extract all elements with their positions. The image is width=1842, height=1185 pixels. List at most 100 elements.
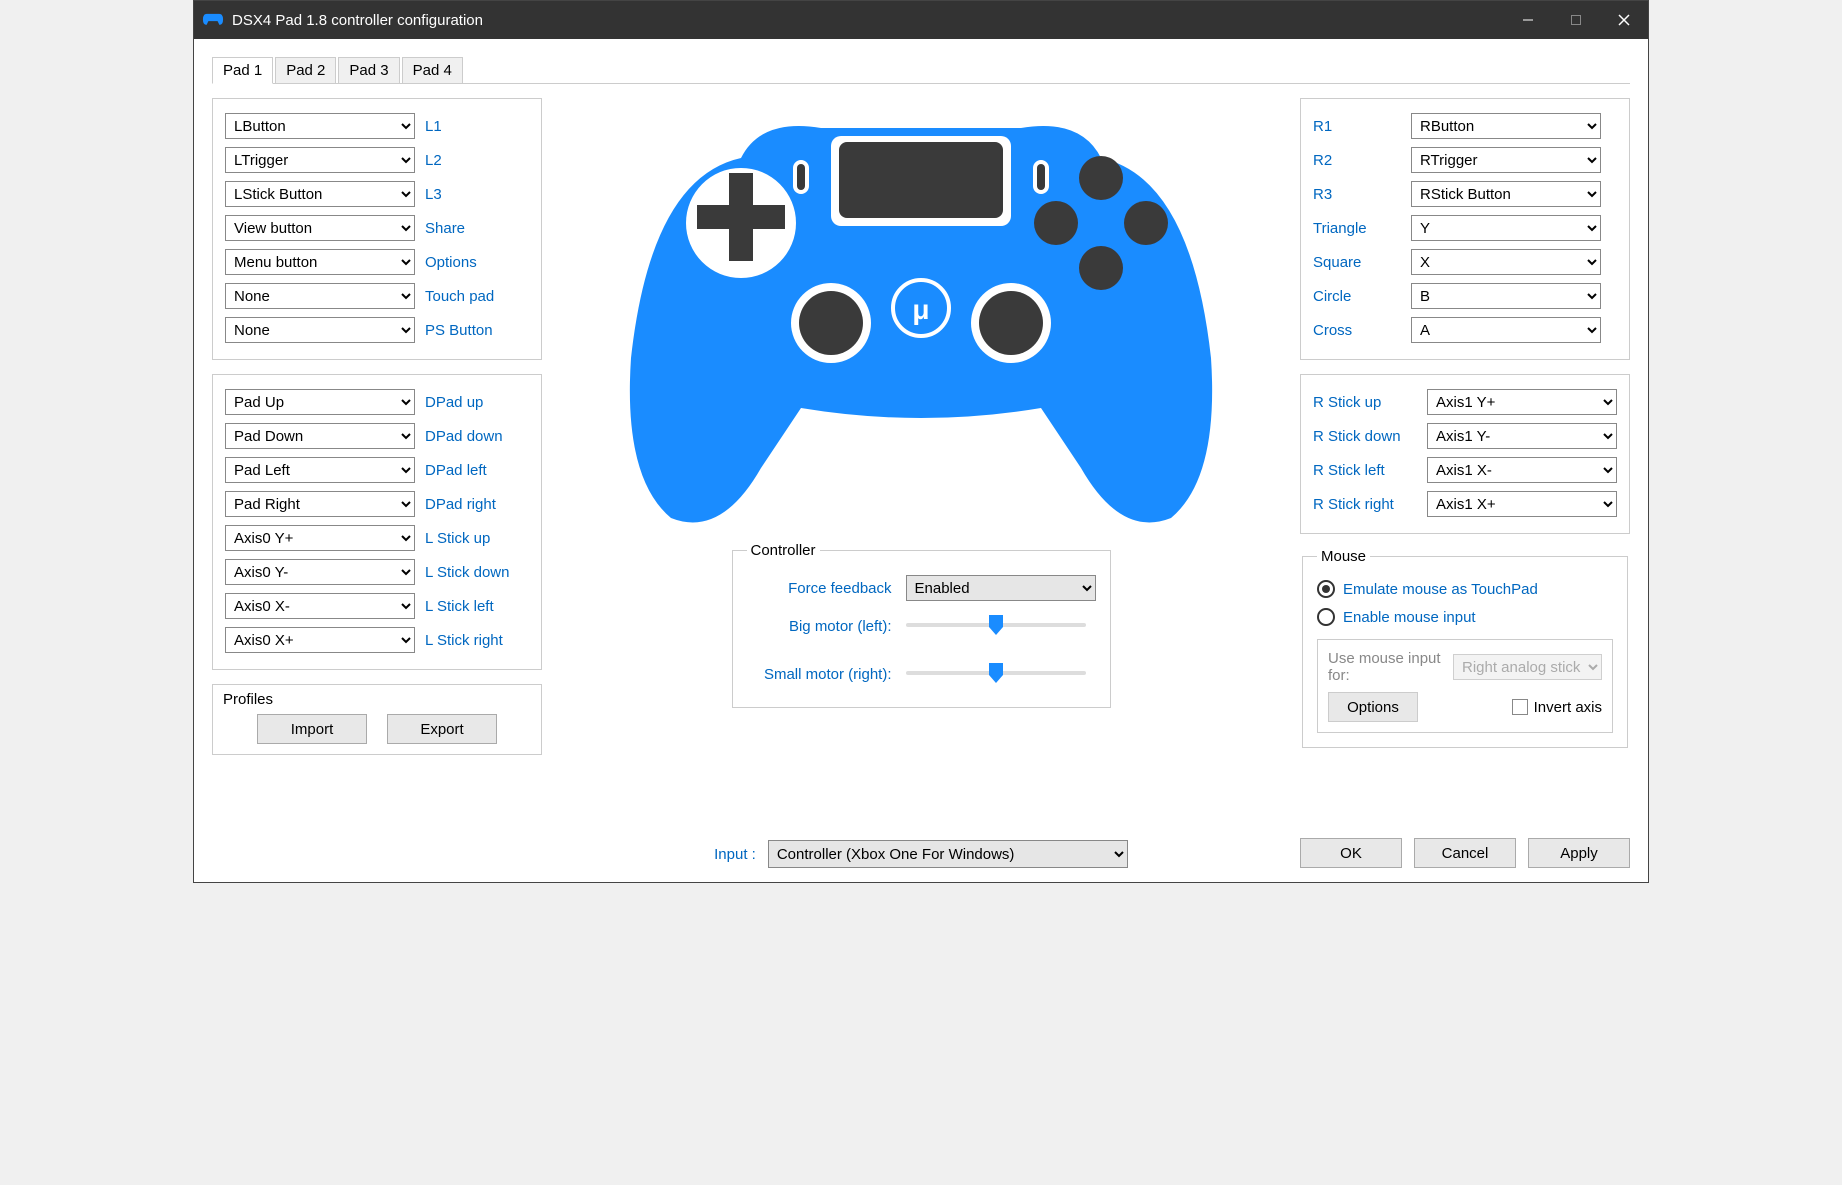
- big-motor-slider[interactable]: [906, 611, 1086, 641]
- controller-image: μ: [621, 98, 1221, 528]
- mapping-row: R Stick downAxis1 Y-: [1313, 419, 1617, 453]
- mapping-row: None PS Button: [225, 313, 529, 347]
- left1-label-1: L2: [425, 152, 442, 169]
- left1-select-3[interactable]: View button: [225, 215, 415, 241]
- right2-select-2[interactable]: Axis1 X-: [1427, 457, 1617, 483]
- right2-select-1[interactable]: Axis1 Y-: [1427, 423, 1617, 449]
- gamepad-icon: [202, 12, 224, 28]
- left2-label-5: L Stick down: [425, 564, 510, 581]
- right1-select-0[interactable]: RButton: [1411, 113, 1601, 139]
- mapping-row: Circle B: [1313, 279, 1617, 313]
- left2-label-7: L Stick right: [425, 632, 503, 649]
- mouse-sub-panel: Use mouse input for: Right analog stick …: [1317, 639, 1613, 733]
- left1-select-2[interactable]: LStick Button: [225, 181, 415, 207]
- tab-pad3[interactable]: Pad 3: [338, 57, 399, 83]
- left1-select-0[interactable]: LButton: [225, 113, 415, 139]
- mapping-row: Pad Down DPad down: [225, 419, 529, 453]
- import-button[interactable]: Import: [257, 714, 367, 744]
- right1-label-3: Triangle: [1313, 220, 1401, 237]
- right2-select-3[interactable]: Axis1 X+: [1427, 491, 1617, 517]
- left-mapping-box-1: LButton L1 LTrigger L2 LStick Button L3 View b…: [212, 98, 542, 360]
- mapping-row: Menu buttonOptions: [225, 245, 529, 279]
- mapping-row: Pad Right DPad right: [225, 487, 529, 521]
- window-title: DSX4 Pad 1.8 controller configuration: [232, 12, 1504, 29]
- left1-label-6: PS Button: [425, 322, 493, 339]
- mapping-row: NoneTouch pad: [225, 279, 529, 313]
- tab-pad1[interactable]: Pad 1: [212, 57, 273, 84]
- right1-select-1[interactable]: RTrigger: [1411, 147, 1601, 173]
- left2-select-3[interactable]: Pad Right: [225, 491, 415, 517]
- invert-axis-label: Invert axis: [1534, 699, 1602, 716]
- mapping-row: Triangle Y: [1313, 211, 1617, 245]
- right1-label-2: R3: [1313, 186, 1401, 203]
- left2-select-4[interactable]: Axis0 Y+: [225, 525, 415, 551]
- left1-label-0: L1: [425, 118, 442, 135]
- svg-text:μ: μ: [912, 294, 929, 325]
- left1-select-6[interactable]: None: [225, 317, 415, 343]
- mouse-legend: Mouse: [1317, 548, 1370, 565]
- left2-select-6[interactable]: Axis0 X-: [225, 593, 415, 619]
- big-motor-label: Big motor (left):: [747, 618, 892, 635]
- invert-axis-checkbox[interactable]: [1512, 699, 1528, 715]
- mapping-row: CrossA: [1313, 313, 1617, 347]
- right2-select-0[interactable]: Axis1 Y+: [1427, 389, 1617, 415]
- cancel-button[interactable]: Cancel: [1414, 838, 1516, 868]
- right2-label-0: R Stick up: [1313, 394, 1417, 411]
- left2-select-1[interactable]: Pad Down: [225, 423, 415, 449]
- mapping-row: R3 RStick Button: [1313, 177, 1617, 211]
- mouse-options-button[interactable]: Options: [1328, 692, 1418, 722]
- left2-label-2: DPad left: [425, 462, 487, 479]
- right1-label-0: R1: [1313, 118, 1401, 135]
- minimize-button[interactable]: [1504, 1, 1552, 39]
- left2-select-2[interactable]: Pad Left: [225, 457, 415, 483]
- right1-select-5[interactable]: B: [1411, 283, 1601, 309]
- mouse-group: Mouse Emulate mouse as TouchPad Enable m…: [1302, 548, 1628, 748]
- right1-label-5: Circle: [1313, 288, 1401, 305]
- left1-select-1[interactable]: LTrigger: [225, 147, 415, 173]
- small-motor-slider[interactable]: [906, 659, 1086, 689]
- use-mouse-label: Use mouse input for:: [1328, 650, 1443, 684]
- small-motor-label: Small motor (right):: [747, 666, 892, 683]
- maximize-button[interactable]: [1552, 1, 1600, 39]
- right1-label-1: R2: [1313, 152, 1401, 169]
- mapping-row: Pad Left DPad left: [225, 453, 529, 487]
- profiles-box: Profiles Import Export: [212, 684, 542, 755]
- ok-button[interactable]: OK: [1300, 838, 1402, 868]
- profiles-title: Profiles: [223, 691, 531, 708]
- right1-label-4: Square: [1313, 254, 1401, 271]
- input-select[interactable]: Controller (Xbox One For Windows): [768, 840, 1128, 868]
- left-column: LButton L1 LTrigger L2 LStick Button L3 View b…: [212, 98, 542, 868]
- right1-select-3[interactable]: Y: [1411, 215, 1601, 241]
- close-button[interactable]: [1600, 1, 1648, 39]
- force-feedback-select[interactable]: Enabled: [906, 575, 1096, 601]
- export-button[interactable]: Export: [387, 714, 497, 744]
- left1-label-2: L3: [425, 186, 442, 203]
- right1-select-6[interactable]: A: [1411, 317, 1601, 343]
- controller-group: Controller Force feedback Enabled Big mo…: [732, 542, 1111, 708]
- mouse-option-touchpad[interactable]: Emulate mouse as TouchPad: [1317, 575, 1613, 603]
- use-mouse-select: Right analog stick: [1453, 654, 1602, 680]
- mapping-row: R2 RTrigger: [1313, 143, 1617, 177]
- right1-select-2[interactable]: RStick Button: [1411, 181, 1601, 207]
- right-mapping-box-2: R Stick upAxis1 Y+R Stick downAxis1 Y-R …: [1300, 374, 1630, 534]
- left1-select-4[interactable]: Menu button: [225, 249, 415, 275]
- left2-select-7[interactable]: Axis0 X+: [225, 627, 415, 653]
- mapping-row: LButton L1: [225, 109, 529, 143]
- left1-select-5[interactable]: None: [225, 283, 415, 309]
- mapping-row: Axis0 Y+L Stick up: [225, 521, 529, 555]
- right2-label-3: R Stick right: [1313, 496, 1417, 513]
- radio-icon: [1317, 580, 1335, 598]
- left2-label-1: DPad down: [425, 428, 503, 445]
- left2-select-0[interactable]: Pad Up: [225, 389, 415, 415]
- left2-label-3: DPad right: [425, 496, 496, 513]
- tab-pad4[interactable]: Pad 4: [402, 57, 463, 83]
- right1-select-4[interactable]: X: [1411, 249, 1601, 275]
- center-column: μ Controller Force feedback Enabled Big …: [556, 98, 1286, 868]
- tab-pad2[interactable]: Pad 2: [275, 57, 336, 83]
- mapping-row: R Stick leftAxis1 X-: [1313, 453, 1617, 487]
- mapping-row: Pad UpDPad up: [225, 385, 529, 419]
- mapping-row: R Stick up Axis1 Y+: [1313, 385, 1617, 419]
- left2-select-5[interactable]: Axis0 Y-: [225, 559, 415, 585]
- mouse-option-input[interactable]: Enable mouse input: [1317, 603, 1613, 631]
- apply-button[interactable]: Apply: [1528, 838, 1630, 868]
